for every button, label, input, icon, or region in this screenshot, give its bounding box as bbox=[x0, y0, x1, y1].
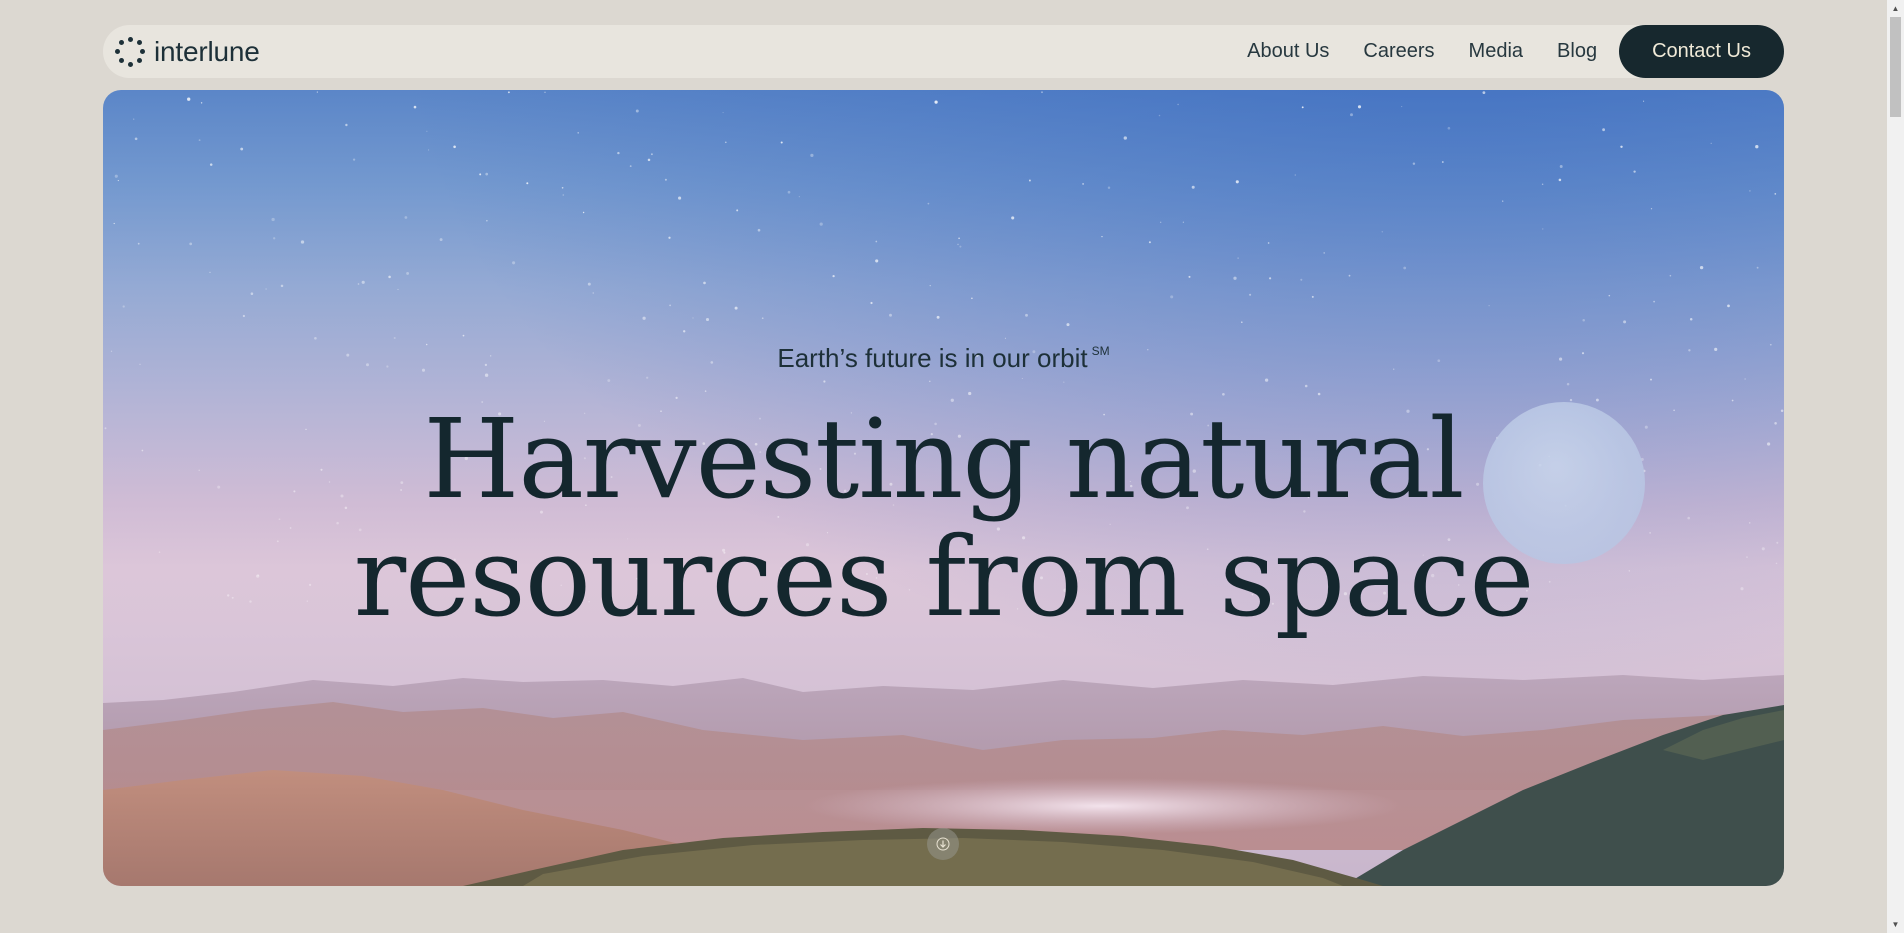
brand-name: interlune bbox=[154, 35, 260, 67]
headline-line-2: resources from space bbox=[353, 513, 1535, 641]
hero-headline: Harvesting natural resources from space bbox=[103, 400, 1784, 636]
vertical-scrollbar[interactable]: ▲ ▼ bbox=[1887, 0, 1904, 933]
tagline: Earth’s future is in our orbit SM bbox=[103, 343, 1784, 374]
nav-careers[interactable]: Careers bbox=[1363, 40, 1434, 63]
contact-us-button[interactable]: Contact Us bbox=[1619, 25, 1784, 78]
nav-about-us[interactable]: About Us bbox=[1247, 40, 1329, 63]
tagline-text: Earth’s future is in our orbit bbox=[777, 343, 1088, 373]
nav-blog[interactable]: Blog bbox=[1557, 40, 1597, 63]
main-nav: About Us Careers Media Blog Contact Us bbox=[1247, 25, 1784, 78]
nav-media[interactable]: Media bbox=[1469, 40, 1523, 63]
headline-line-1: Harvesting natural bbox=[423, 395, 1464, 523]
scroll-down-arrow-icon[interactable]: ▼ bbox=[1887, 916, 1904, 933]
scroll-up-arrow-icon[interactable]: ▲ bbox=[1887, 0, 1904, 17]
brand-logo-link[interactable]: interlune bbox=[115, 36, 260, 68]
navbar: interlune About Us Careers Media Blog Co… bbox=[103, 25, 1784, 78]
dotted-circle-logo-icon bbox=[115, 36, 145, 67]
page: interlune About Us Careers Media Blog Co… bbox=[0, 0, 1904, 933]
arrow-down-icon bbox=[936, 837, 950, 851]
scroll-down-button[interactable] bbox=[927, 828, 959, 860]
service-mark: SM bbox=[1091, 344, 1110, 358]
scrollbar-thumb[interactable] bbox=[1890, 17, 1901, 117]
hero-section: Earth’s future is in our orbit SM Harvest… bbox=[103, 90, 1784, 886]
